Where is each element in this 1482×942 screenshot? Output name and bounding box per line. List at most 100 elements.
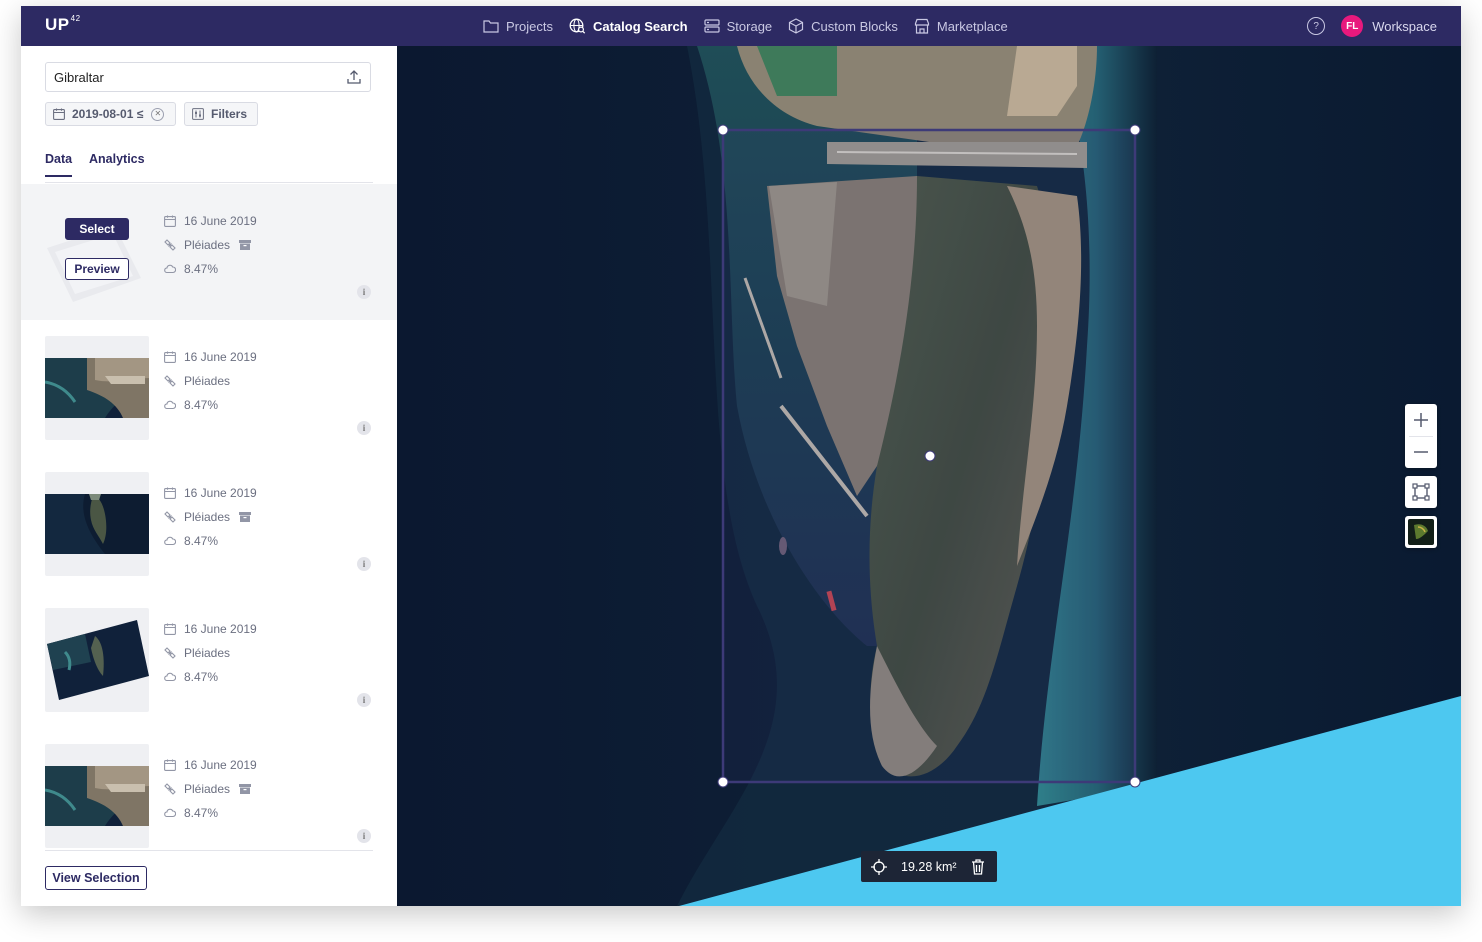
info-icon[interactable]: i — [357, 829, 371, 843]
basemap-thumbnail-icon — [1408, 519, 1434, 545]
satellite-icon — [164, 239, 176, 251]
satellite-icon — [164, 375, 176, 387]
view-selection-button[interactable]: View Selection — [45, 866, 147, 890]
thumbnail-image-harbor — [45, 766, 149, 826]
cloud-icon — [164, 536, 176, 546]
result-thumbnail — [45, 744, 149, 848]
zoom-in-button[interactable] — [1405, 404, 1437, 436]
result-sensor: Pléiades — [164, 374, 230, 388]
nav-menu: Projects Catalog Search Storage Custom B… — [483, 6, 1024, 46]
satellite-imagery — [397, 46, 1461, 906]
trash-icon[interactable] — [971, 858, 985, 875]
calendar-icon — [164, 759, 176, 771]
info-icon[interactable]: i — [357, 285, 371, 299]
aoi-center-handle[interactable] — [924, 450, 936, 462]
preview-button[interactable]: Preview — [65, 258, 129, 280]
aoi-handle[interactable] — [717, 124, 729, 136]
workspace-link[interactable]: Workspace — [1372, 19, 1437, 34]
result-date-text: 16 June 2019 — [184, 350, 257, 364]
aoi-handle[interactable] — [717, 776, 729, 788]
nav-item-custom-blocks[interactable]: Custom Blocks — [788, 18, 898, 34]
up42-logo[interactable]: UP42 — [45, 14, 81, 35]
info-icon[interactable]: i — [357, 421, 371, 435]
result-cloud-text: 8.47% — [184, 262, 219, 276]
aoi-handle[interactable] — [1129, 124, 1141, 136]
nav-item-label: Storage — [726, 18, 773, 34]
result-thumbnail — [45, 200, 149, 304]
date-filter-chip[interactable]: 2019-08-01 ≤ ✕ — [45, 102, 176, 126]
tab-data[interactable]: Data — [45, 152, 73, 177]
result-sensor-text: Pléiades — [184, 782, 231, 796]
result-cloud-text: 8.47% — [184, 670, 219, 684]
result-item[interactable]: Select Preview 16 June 2019 Pléiades 8.4… — [21, 184, 397, 320]
nav-item-label: Catalog Search — [592, 18, 688, 34]
avatar[interactable]: FL — [1341, 15, 1364, 37]
date-filter-label: 2019-08-01 ≤ — [72, 107, 144, 121]
nav-item-label: Projects — [506, 18, 553, 34]
result-item[interactable]: 16 June 2019 Pléiades 8.47% i — [21, 728, 397, 864]
thumbnail-placeholder — [47, 226, 141, 302]
location-search-input[interactable]: Gibraltar — [45, 62, 371, 92]
zoom-control — [1405, 404, 1437, 468]
calendar-icon — [164, 487, 176, 499]
archive-icon — [239, 240, 252, 250]
cloud-icon — [164, 400, 176, 410]
select-button[interactable]: Select — [65, 218, 129, 240]
aoi-area-text: 19.28 km² — [901, 859, 957, 874]
result-thumbnail — [45, 608, 149, 712]
crosshair-icon[interactable] — [871, 858, 887, 875]
tab-analytics[interactable]: Analytics — [89, 152, 145, 166]
result-cloud-text: 8.47% — [184, 534, 219, 548]
calendar-icon — [164, 623, 176, 635]
top-navigation: UP42 Projects Catalog Search Storage Cus… — [21, 6, 1461, 46]
result-date-text: 16 June 2019 — [184, 622, 257, 636]
archive-icon — [239, 512, 252, 522]
sidebar: Gibraltar 2019-08-01 ≤ ✕ Filters Data An… — [21, 46, 398, 906]
store-icon — [914, 18, 929, 34]
help-icon[interactable]: ? — [1307, 17, 1326, 35]
draw-rectangle-button[interactable] — [1405, 476, 1437, 508]
result-cloud-cover: 8.47% — [164, 398, 218, 412]
upload-icon[interactable] — [346, 69, 362, 85]
map-canvas[interactable]: 19.28 km² — [397, 46, 1461, 906]
aoi-handle[interactable] — [1129, 776, 1141, 788]
aoi-toolbar: 19.28 km² — [861, 851, 997, 882]
result-cloud-text: 8.47% — [184, 398, 219, 412]
result-date: 16 June 2019 — [164, 758, 257, 772]
draw-rectangle-icon — [1412, 483, 1430, 501]
result-thumbnail — [45, 336, 149, 440]
result-date: 16 June 2019 — [164, 622, 257, 636]
result-item[interactable]: 16 June 2019 Pléiades 8.47% i — [21, 456, 397, 592]
result-item[interactable]: 16 June 2019 Pléiades 8.47% i — [21, 320, 397, 456]
filters-button[interactable]: Filters — [184, 102, 258, 126]
archive-icon — [239, 784, 252, 794]
result-sensor-text: Pléiades — [184, 646, 231, 660]
nav-item-label: Marketplace — [936, 18, 1008, 34]
nav-item-projects[interactable]: Projects — [483, 19, 553, 34]
minus-icon — [1414, 451, 1428, 453]
calendar-icon — [164, 215, 176, 227]
plus-icon — [1414, 413, 1428, 427]
result-sensor: Pléiades — [164, 782, 259, 796]
nav-item-storage[interactable]: Storage — [704, 18, 773, 34]
app-window: UP42 Projects Catalog Search Storage Cus… — [21, 6, 1461, 906]
result-date-text: 16 June 2019 — [184, 486, 257, 500]
zoom-out-button[interactable] — [1405, 436, 1437, 468]
result-thumbnail — [45, 472, 149, 576]
nav-right: ? FL Workspace — [1307, 6, 1437, 46]
basemap-toggle-button[interactable] — [1405, 516, 1437, 548]
close-icon[interactable]: ✕ — [151, 107, 165, 121]
info-icon[interactable]: i — [357, 693, 371, 707]
filters-label: Filters — [211, 107, 248, 121]
nav-item-marketplace[interactable]: Marketplace — [914, 18, 1008, 34]
info-icon[interactable]: i — [357, 557, 371, 571]
result-date-text: 16 June 2019 — [184, 758, 257, 772]
folder-icon — [483, 20, 499, 33]
nav-item-catalog-search[interactable]: Catalog Search — [569, 18, 688, 34]
result-sensor: Pléiades — [164, 510, 259, 524]
result-cloud-cover: 8.47% — [164, 534, 218, 548]
result-cloud-cover: 8.47% — [164, 806, 218, 820]
storage-icon — [704, 19, 720, 33]
result-item[interactable]: 16 June 2019 Pléiades 8.47% i — [21, 592, 397, 728]
result-date: 16 June 2019 — [164, 486, 257, 500]
